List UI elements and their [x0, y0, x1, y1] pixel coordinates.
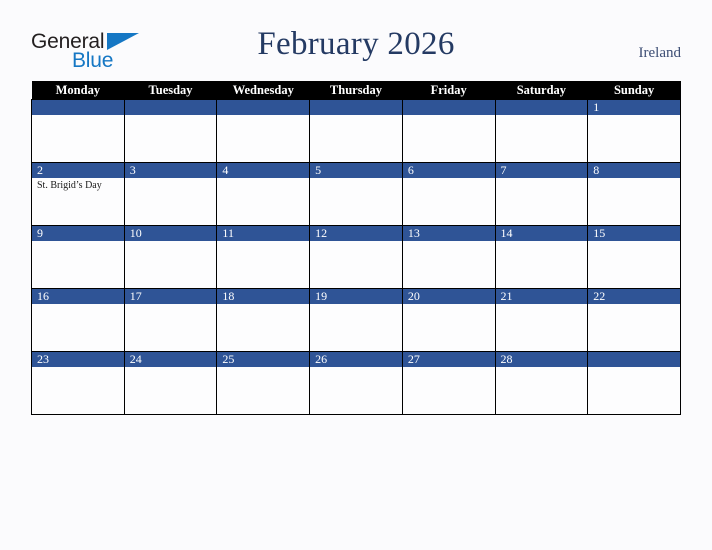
calendar-day-cell[interactable]: 9 — [31, 225, 125, 289]
weekday-header-friday: Friday — [402, 81, 496, 100]
calendar-empty-cell — [216, 99, 311, 163]
day-number: 1 — [588, 100, 680, 115]
day-number — [402, 100, 495, 115]
calendar-page: General Blue February 2026 Ireland Monda… — [0, 0, 712, 550]
day-number: 21 — [495, 289, 588, 304]
calendar-day-cell[interactable]: 27 — [401, 351, 496, 415]
calendar-day-cell[interactable]: 16 — [31, 288, 125, 352]
day-number: 6 — [402, 163, 495, 178]
calendar-day-cell[interactable]: 20 — [401, 288, 496, 352]
day-number: 18 — [217, 289, 310, 304]
calendar-empty-cell — [494, 99, 589, 163]
page-header: General Blue February 2026 Ireland — [0, 0, 712, 81]
calendar-day-cell[interactable]: 19 — [309, 288, 403, 352]
calendar-day-cell[interactable]: 28 — [494, 351, 589, 415]
day-number: 11 — [217, 226, 310, 241]
day-number: 7 — [495, 163, 588, 178]
day-number: 15 — [588, 226, 680, 241]
calendar-day-cell[interactable]: 3 — [123, 162, 218, 226]
calendar-header-row: Monday Tuesday Wednesday Thursday Friday… — [31, 81, 681, 100]
day-number: 26 — [310, 352, 402, 367]
day-number: 8 — [588, 163, 680, 178]
day-number: 23 — [32, 352, 124, 367]
day-number: 19 — [310, 289, 402, 304]
calendar-table: Monday Tuesday Wednesday Thursday Friday… — [31, 81, 681, 415]
calendar-day-cell[interactable]: 1 — [587, 99, 681, 163]
calendar-empty-cell — [309, 99, 403, 163]
day-number — [588, 352, 680, 367]
day-number: 12 — [310, 226, 402, 241]
calendar-day-cell[interactable]: 24 — [123, 351, 218, 415]
weekday-header-thursday: Thursday — [309, 81, 403, 100]
calendar-week-row: 2 St. Brigid’s Day 3 4 5 6 7 8 — [31, 162, 681, 226]
day-number — [124, 100, 217, 115]
day-number — [217, 100, 310, 115]
calendar-day-cell[interactable]: 17 — [123, 288, 218, 352]
day-number: 14 — [495, 226, 588, 241]
calendar-empty-cell — [31, 99, 125, 163]
day-number: 28 — [495, 352, 588, 367]
calendar-day-cell[interactable]: 14 — [494, 225, 589, 289]
day-number: 4 — [217, 163, 310, 178]
calendar-day-cell[interactable]: 10 — [123, 225, 218, 289]
day-number: 25 — [217, 352, 310, 367]
holiday-label: St. Brigid’s Day — [37, 180, 102, 191]
calendar-day-cell[interactable]: 25 — [216, 351, 311, 415]
day-number: 5 — [310, 163, 402, 178]
calendar-week-row: 23 24 25 26 27 28 — [31, 351, 681, 415]
weekday-header-wednesday: Wednesday — [216, 81, 310, 100]
weekday-header-tuesday: Tuesday — [124, 81, 217, 100]
calendar-day-cell[interactable]: 5 — [309, 162, 403, 226]
weekday-header-sunday: Sunday — [587, 81, 681, 100]
calendar-day-cell[interactable]: 23 — [31, 351, 125, 415]
calendar-day-cell[interactable]: 18 — [216, 288, 311, 352]
day-number — [495, 100, 588, 115]
day-number: 17 — [124, 289, 217, 304]
weekday-header-monday: Monday — [31, 81, 125, 100]
day-number: 2 — [32, 163, 124, 178]
calendar-day-cell[interactable]: 12 — [309, 225, 403, 289]
day-number — [32, 100, 124, 115]
calendar-body: 1 2 St. Brigid’s Day 3 4 5 6 7 8 9 10 11 12 13 14 15 16 1… — [31, 99, 681, 415]
calendar-week-row: 16 17 18 19 20 21 22 — [31, 288, 681, 352]
day-number — [310, 100, 402, 115]
calendar-empty-cell — [401, 99, 496, 163]
calendar-empty-cell — [587, 351, 681, 415]
calendar-day-cell[interactable]: 21 — [494, 288, 589, 352]
calendar-day-cell[interactable]: 22 — [587, 288, 681, 352]
calendar-day-cell[interactable]: 2 St. Brigid’s Day — [31, 162, 125, 226]
day-number: 16 — [32, 289, 124, 304]
day-events: St. Brigid’s Day — [32, 178, 124, 192]
calendar-week-row: 9 10 11 12 13 14 15 — [31, 225, 681, 289]
calendar-day-cell[interactable]: 4 — [216, 162, 311, 226]
calendar-day-cell[interactable]: 15 — [587, 225, 681, 289]
calendar-week-row: 1 — [31, 99, 681, 163]
day-number: 3 — [124, 163, 217, 178]
day-number: 22 — [588, 289, 680, 304]
calendar-empty-cell — [123, 99, 218, 163]
page-title: February 2026 — [257, 26, 455, 62]
day-number: 24 — [124, 352, 217, 367]
day-number: 20 — [402, 289, 495, 304]
calendar-day-cell[interactable]: 6 — [401, 162, 496, 226]
calendar-day-cell[interactable]: 8 — [587, 162, 681, 226]
day-number: 27 — [402, 352, 495, 367]
country-label: Ireland — [638, 45, 681, 61]
weekday-header-saturday: Saturday — [495, 81, 588, 100]
day-number: 10 — [124, 226, 217, 241]
weekday-header-row: Monday Tuesday Wednesday Thursday Friday… — [31, 81, 681, 100]
calendar-day-cell[interactable]: 26 — [309, 351, 403, 415]
calendar-day-cell[interactable]: 13 — [401, 225, 496, 289]
day-number: 9 — [32, 226, 124, 241]
day-number: 13 — [402, 226, 495, 241]
calendar-day-cell[interactable]: 11 — [216, 225, 311, 289]
calendar-day-cell[interactable]: 7 — [494, 162, 589, 226]
